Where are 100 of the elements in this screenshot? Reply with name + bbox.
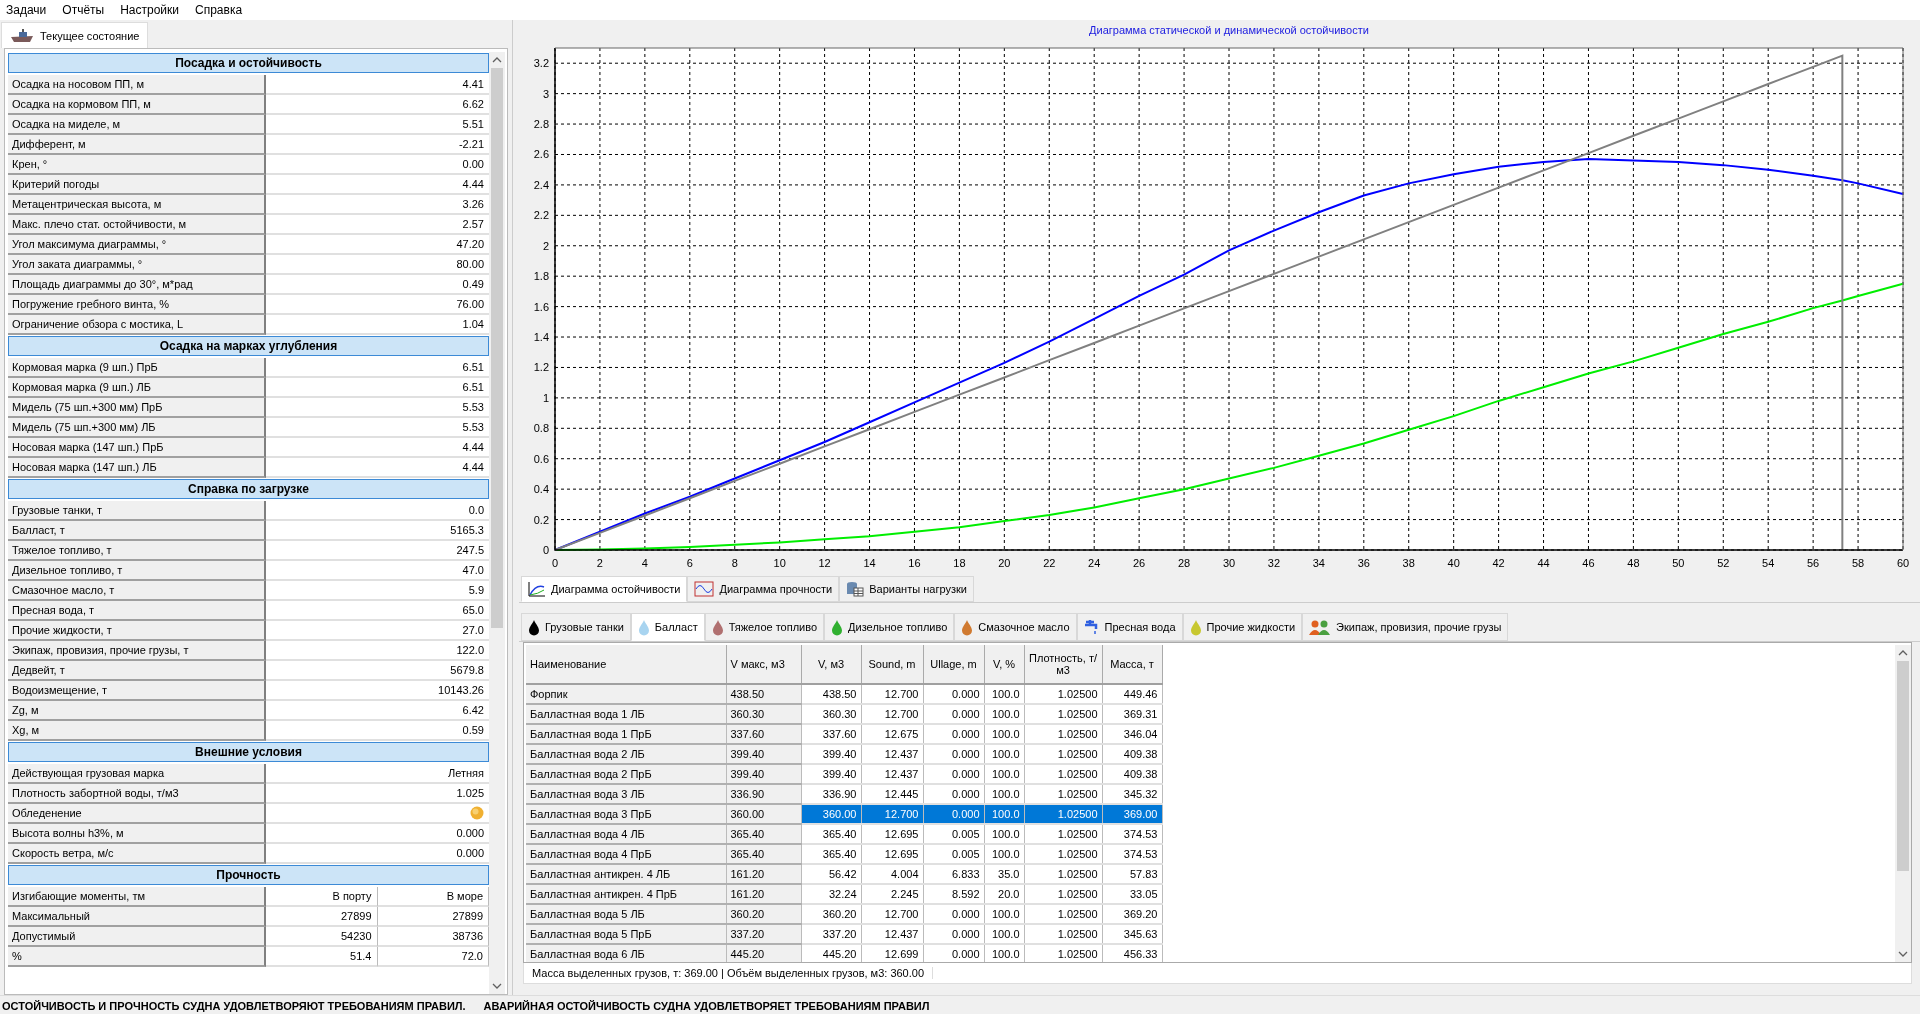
column-header[interactable]: Масса, т xyxy=(1102,645,1162,684)
table-cell: 0.005 xyxy=(923,844,984,864)
property-label: Макс. плечо стат. остойчивости, м xyxy=(8,215,266,235)
menu-item[interactable]: Задачи xyxy=(6,3,47,17)
tab[interactable]: Экипаж, провизия, прочие грузы xyxy=(1302,613,1509,641)
menu-item[interactable]: Настройки xyxy=(120,3,180,17)
tick-label: 0.2 xyxy=(533,513,549,526)
table-cell: 1.02500 xyxy=(1024,924,1102,944)
tick-label: 2.4 xyxy=(533,178,549,191)
table-cell: 345.63 xyxy=(1102,924,1162,944)
scrollbar[interactable] xyxy=(489,52,505,994)
property-value: 0.00 xyxy=(266,155,489,175)
property-value: 5679.8 xyxy=(266,661,489,681)
property-label: Мидель (75 шп.+300 мм) ЛБ xyxy=(8,418,266,438)
menu-item[interactable]: Отчёты xyxy=(62,3,105,17)
table-cell: 0.000 xyxy=(923,724,984,744)
table-cell: 12.675 xyxy=(861,724,923,744)
table-cell: 337.60 xyxy=(801,724,861,744)
tab[interactable]: Диаграмма остойчивости xyxy=(521,576,688,602)
column-header[interactable]: Плотность, т/м3 xyxy=(1024,645,1102,684)
tab[interactable]: Тяжелое топливо xyxy=(704,613,825,641)
tab[interactable]: Прочие жидкости xyxy=(1182,613,1303,641)
property-value: -2.21 xyxy=(266,135,489,155)
tick-label: 42 xyxy=(1492,557,1505,569)
summary-text: Масса выделенных грузов, т: 369.00 | Объём выделенных грузов, м3: 360.00 xyxy=(532,967,934,979)
tick-label: 36 xyxy=(1357,557,1370,569)
property-label: Дедвейт, т xyxy=(8,661,266,681)
property-label: Экипаж, провизия, прочие грузы, т xyxy=(8,641,266,661)
property-value: 3.26 xyxy=(266,195,489,215)
column-header[interactable]: V, м3 xyxy=(801,645,861,684)
property-label: Кормовая марка (9 шп.) ПрБ xyxy=(8,358,266,378)
tick-label: 4 xyxy=(641,557,648,569)
column-header: В порту xyxy=(266,887,378,907)
property-value: 5.9 xyxy=(266,581,489,601)
ship-icon xyxy=(10,28,34,43)
property-label: Тяжелое топливо, т xyxy=(8,541,266,561)
tab[interactable]: Варианты нагрузки xyxy=(839,576,974,602)
tick-label: 46 xyxy=(1582,557,1595,569)
tick-label: 2.2 xyxy=(533,209,549,222)
table-cell: 2.245 xyxy=(861,884,923,904)
table-cell: 399.40 xyxy=(801,744,861,764)
property-value: 0.000 xyxy=(266,824,489,844)
property-label: Смазочное масло, т xyxy=(8,581,266,601)
tab[interactable]: Диаграмма прочности xyxy=(687,576,840,602)
table-cell: 12.700 xyxy=(861,904,923,924)
table-cell: Балластная вода 2 ЛБ xyxy=(526,744,726,764)
table-cell: 0.000 xyxy=(923,924,984,944)
table-cell: 1.02500 xyxy=(1024,844,1102,864)
table-cell: Балластная вода 3 ПрБ xyxy=(526,804,726,824)
table-cell: Балластная вода 5 ПрБ xyxy=(526,924,726,944)
property-label: Пресная вода, т xyxy=(8,601,266,621)
menu-item[interactable]: Справка xyxy=(195,3,243,17)
tab[interactable]: Балласт xyxy=(630,613,705,641)
tab[interactable]: Текущее состояние xyxy=(1,22,149,48)
tick-label: 12 xyxy=(818,557,831,569)
table-cell: 12.437 xyxy=(861,744,923,764)
property-label: Площадь диаграммы до 30°, м*рад xyxy=(8,275,266,295)
column-header[interactable]: Sound, m xyxy=(861,645,923,684)
column-header[interactable]: V, % xyxy=(984,645,1024,684)
table-cell: 1.02500 xyxy=(1024,744,1102,764)
tab[interactable]: Пресная вода xyxy=(1076,613,1183,641)
tick-label: 28 xyxy=(1177,557,1191,569)
table-cell: Балластная вода 1 ЛБ xyxy=(526,704,726,724)
table-cell: 0.000 xyxy=(923,764,984,784)
property-label: Прочие жидкости, т xyxy=(8,621,266,641)
property-value: 4.44 xyxy=(266,175,489,195)
table-cell: 360.20 xyxy=(801,904,861,924)
tick-label: 0.6 xyxy=(533,452,549,465)
wave-chart-icon xyxy=(694,581,715,597)
tick-label: 10 xyxy=(773,557,786,569)
tick-label: 1.6 xyxy=(533,300,549,313)
tab[interactable]: Грузовые танки xyxy=(521,613,631,641)
tick-label: 58 xyxy=(1851,557,1865,569)
property-label: Обледенение xyxy=(8,804,266,824)
tick-label: 2.8 xyxy=(533,118,549,131)
property-label: Ограничение обзора с мостика, L xyxy=(8,315,266,335)
tab[interactable]: Смазочное масло xyxy=(954,613,1077,641)
tick-label: 32 xyxy=(1267,557,1281,569)
section-header: Внешние условия xyxy=(8,742,489,762)
property-value: 0.49 xyxy=(266,275,489,295)
table-cell: Балластная вода 3 ЛБ xyxy=(526,784,726,804)
scrollbar[interactable] xyxy=(1895,645,1911,962)
column-header[interactable]: Ullage, m xyxy=(923,645,984,684)
property-label: Критерий погоды xyxy=(8,175,266,195)
property-value: 76.00 xyxy=(266,295,489,315)
column-header[interactable]: V макс, м3 xyxy=(726,645,801,684)
tab[interactable]: Дизельное топливо xyxy=(824,613,955,641)
table-cell: Балластная вода 5 ЛБ xyxy=(526,904,726,924)
table-cell: 100.0 xyxy=(984,704,1024,724)
table-cell: 6.833 xyxy=(923,864,984,884)
table-cell: 369.31 xyxy=(1102,704,1162,724)
tick-label: 22 xyxy=(1043,557,1056,569)
table-cell: 374.53 xyxy=(1102,844,1162,864)
column-header[interactable]: Наименование xyxy=(526,645,726,684)
table-cell: 0.000 xyxy=(923,684,984,704)
property-value: 4.41 xyxy=(266,75,489,95)
line-chart-icon xyxy=(528,581,546,597)
table-cell: 12.695 xyxy=(861,844,923,864)
section-header: Посадка и остойчивость xyxy=(8,53,489,73)
table-cell: 0.000 xyxy=(923,744,984,764)
